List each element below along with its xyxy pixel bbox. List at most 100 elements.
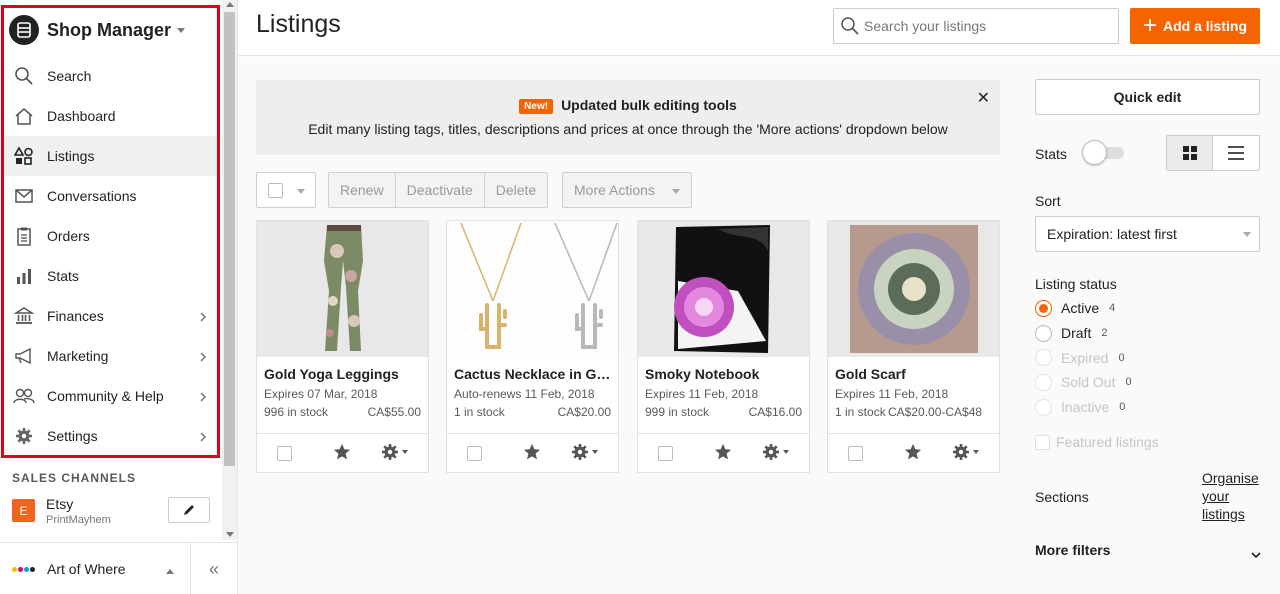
scroll-down-icon[interactable] (226, 532, 234, 537)
listing-settings-menu[interactable] (762, 443, 789, 461)
quick-edit-button[interactable]: Quick edit (1035, 79, 1260, 115)
search-icon (12, 64, 36, 88)
sales-channels-heading: SALES CHANNELS (12, 471, 137, 485)
sidebar-item-stats[interactable]: Stats (4, 256, 217, 296)
art-of-where-switcher[interactable]: Art of Where (12, 561, 126, 577)
sidebar-item-finances[interactable]: Finances (4, 296, 217, 336)
organise-listings-link[interactable]: Organise your listings (1202, 469, 1264, 523)
listing-checkbox[interactable] (848, 446, 863, 461)
listing-image-necklace[interactable] (447, 221, 618, 357)
stats-toggle[interactable] (1082, 140, 1124, 165)
edit-channel-button[interactable] (168, 497, 210, 523)
chevron-right-icon (199, 350, 207, 366)
chevron-down-icon[interactable] (1250, 546, 1262, 562)
radio-button[interactable] (1035, 299, 1052, 317)
chevron-down-icon (297, 189, 305, 194)
listing-stock: 999 in stock (645, 405, 710, 419)
list-view-button[interactable] (1213, 136, 1259, 170)
more-filters-toggle[interactable]: More filters (1035, 542, 1110, 558)
shop-manager-logo-icon (9, 15, 39, 45)
sidebar-scrollbar[interactable] (222, 0, 237, 540)
sort-select[interactable]: Expiration: latest first (1035, 216, 1260, 252)
delete-button[interactable]: Delete (485, 173, 547, 207)
select-all-dropdown[interactable] (256, 172, 316, 208)
listing-settings-menu[interactable] (381, 443, 408, 461)
listing-expiry: Expires 07 Mar, 2018 (264, 387, 378, 401)
star-icon[interactable] (904, 443, 922, 464)
envelope-icon (12, 184, 36, 208)
listing-title[interactable]: Gold Yoga Leggings (264, 366, 422, 382)
listing-card[interactable]: Gold Yoga Leggings Expires 07 Mar, 2018 … (256, 220, 429, 473)
search-listings-box[interactable] (833, 8, 1119, 44)
renew-button[interactable]: Renew (329, 173, 396, 207)
chevron-right-icon (199, 310, 207, 326)
sales-channel-etsy[interactable]: E Etsy PrintMayhem (12, 494, 212, 530)
listing-stock: 996 in stock (264, 405, 329, 419)
chevron-up-icon[interactable] (166, 569, 174, 574)
listing-settings-menu[interactable] (571, 443, 598, 461)
listing-card[interactable]: Gold Scarf Expires 11 Feb, 2018 1 in sto… (827, 220, 1000, 473)
gear-icon (382, 444, 398, 460)
listing-actions (828, 433, 999, 473)
close-icon[interactable]: ✕ (977, 88, 990, 108)
scrollbar-thumb[interactable] (224, 12, 235, 466)
view-mode-toggle (1166, 135, 1260, 171)
listing-stock: 1 in stock (835, 405, 886, 419)
page-title: Listings (256, 10, 341, 38)
radio-button (1035, 373, 1052, 391)
star-icon[interactable] (523, 443, 541, 464)
status-option-draft[interactable]: Draft 2 (1035, 321, 1132, 346)
sidebar-item-marketing[interactable]: Marketing (4, 336, 217, 376)
add-listing-button[interactable]: + Add a listing (1130, 8, 1260, 44)
listing-expiry: Auto-renews 11 Feb, 2018 (454, 387, 595, 401)
status-option-active[interactable]: Active 4 (1035, 296, 1132, 321)
listing-title[interactable]: Cactus Necklace in Go... (454, 366, 612, 382)
listing-title[interactable]: Smoky Notebook (645, 366, 803, 382)
sidebar-item-conversations[interactable]: Conversations (4, 176, 217, 216)
more-actions-dropdown[interactable]: More Actions (562, 172, 692, 208)
sections-label: Sections (1035, 489, 1089, 505)
top-bar: Listings + Add a listing (238, 0, 1280, 56)
listing-checkbox[interactable] (277, 446, 292, 461)
grid-view-button[interactable] (1167, 136, 1213, 170)
scroll-up-icon[interactable] (226, 2, 234, 7)
deactivate-button[interactable]: Deactivate (396, 173, 485, 207)
toggle-knob (1082, 140, 1107, 165)
listing-price: CA$20.00 (557, 405, 611, 419)
sidebar-item-listings[interactable]: Listings (4, 136, 217, 176)
sidebar-item-label: Marketing (47, 348, 109, 364)
listing-price: CA$20.00-CA$48 (888, 405, 983, 419)
gear-icon (953, 444, 969, 460)
listing-image-leggings[interactable] (257, 221, 428, 357)
listing-card[interactable]: Cactus Necklace in Go... Auto-renews 11 … (446, 220, 619, 473)
sidebar-item-label: Listings (47, 148, 95, 164)
listing-title[interactable]: Gold Scarf (835, 366, 993, 382)
radio-button[interactable] (1035, 324, 1052, 342)
banner-text: Edit many listing tags, titles, descript… (308, 121, 948, 137)
gear-icon (12, 424, 36, 448)
filters-panel: Quick edit Stats Sort Expiration: latest… (1018, 57, 1280, 594)
list-icon (1228, 146, 1244, 160)
listing-settings-menu[interactable] (952, 443, 979, 461)
channel-name: Etsy (46, 496, 74, 512)
listing-card[interactable]: Smoky Notebook Expires 11 Feb, 2018 999 … (637, 220, 810, 473)
listing-checkbox[interactable] (658, 446, 673, 461)
listing-image-notebook[interactable] (638, 221, 809, 357)
listing-image-scarf[interactable] (828, 221, 999, 357)
gear-icon (572, 444, 588, 460)
sidebar-item-label: Finances (47, 308, 104, 324)
select-all-checkbox[interactable] (268, 183, 283, 198)
sidebar-item-orders[interactable]: Orders (4, 216, 217, 256)
chevron-down-icon (672, 189, 680, 194)
sidebar-item-dashboard[interactable]: Dashboard (4, 96, 217, 136)
star-icon[interactable] (714, 443, 732, 464)
sidebar-item-community-help[interactable]: Community & Help (4, 376, 217, 416)
sidebar-item-search[interactable]: Search (4, 56, 217, 96)
status-count: 0 (1118, 351, 1125, 364)
shop-manager-menu[interactable]: Shop Manager (9, 12, 186, 48)
star-icon[interactable] (333, 443, 351, 464)
listing-checkbox[interactable] (467, 446, 482, 461)
search-input[interactable] (864, 9, 1114, 43)
sidebar-item-settings[interactable]: Settings (4, 416, 217, 456)
collapse-sidebar-button[interactable]: « (190, 543, 237, 594)
